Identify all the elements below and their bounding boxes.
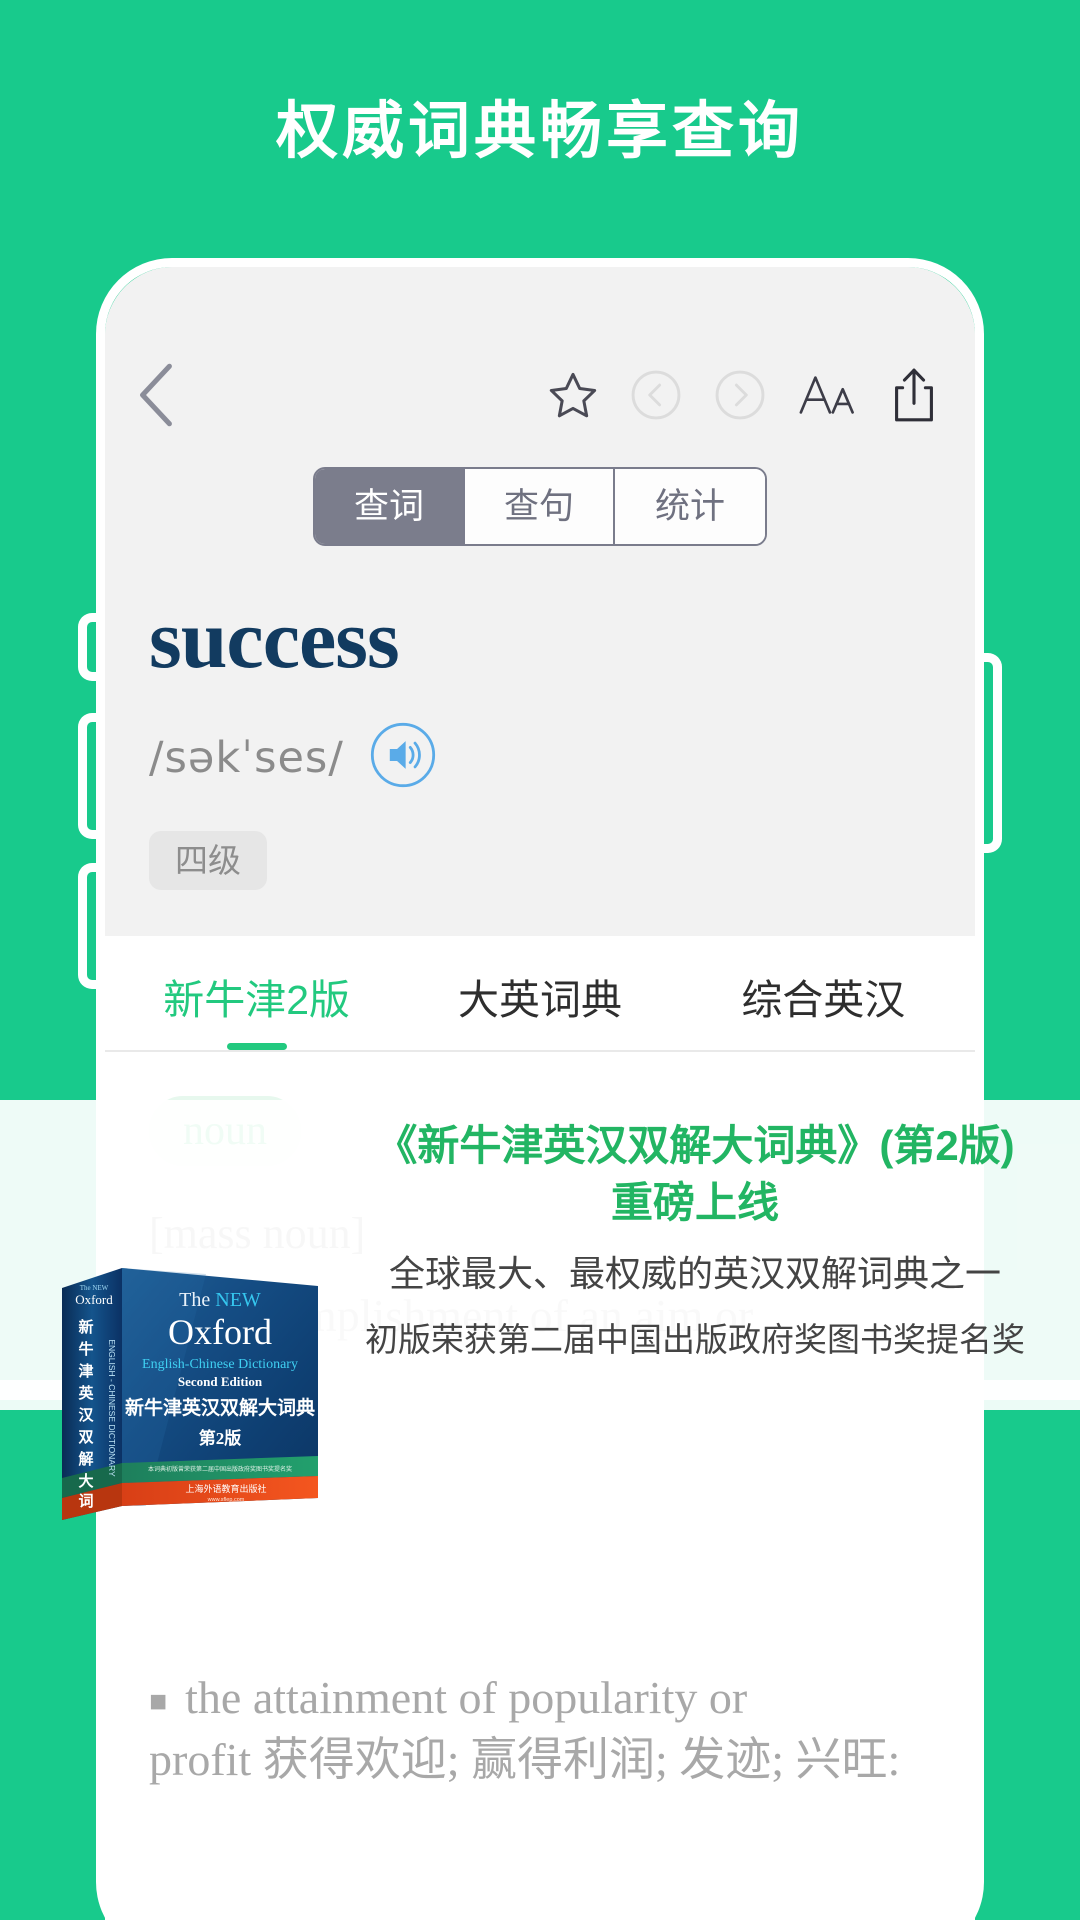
promo-title-line-2: 重磅上线 [610,1178,779,1226]
svg-text:双: 双 [78,1429,93,1446]
page-title: 权威词典畅享查询 [275,97,804,166]
svg-text:牛: 牛 [78,1340,93,1358]
promo-text-block: 《新牛津英汉双解大词典》(第2版) 重磅上线 全球最大、最权威的英汉双解词典之一… [345,1118,1045,1361]
square-bullet-icon: ■ [149,1685,168,1719]
back-chevron-icon[interactable] [133,362,179,428]
svg-text:新: 新 [78,1318,93,1336]
svg-text:解: 解 [78,1450,93,1468]
book-publisher-label: 上海外语教育出版社 [185,1483,266,1494]
phone-screen: 查词 查句 统计 success /səkˈses/ 四级 新牛津2版 大英词典… [105,267,975,1920]
promo-title-line-1: 《新牛津英汉双解大词典》(第2版) [375,1122,1015,1169]
star-icon[interactable] [547,369,599,421]
segmented-control: 查词 查句 统计 [313,467,767,546]
svg-text:The NEW: The NEW [179,1289,261,1311]
phone-volume-up-button [78,713,105,839]
book-edition-en-label: Second Edition [178,1374,263,1389]
book-oxford-label: Oxford [168,1312,272,1352]
speaker-icon[interactable] [344,722,436,793]
svg-text:大: 大 [78,1472,93,1490]
book-spine-cn-label: 新牛津 英汉双 解大词 [78,1318,94,1510]
dict-tab-xinniujin[interactable]: 新牛津2版 [115,936,398,1050]
segment-tab-chaju[interactable]: 查句 [465,469,615,544]
dictionary-tabs: 新牛津2版 大英词典 综合英汉 [105,936,975,1053]
prev-circle-icon[interactable] [629,368,683,422]
lower-senses: ■ the attainment of popularity or profit … [105,1667,975,1791]
dict-tab-zonghe[interactable]: 综合英汉 [682,936,965,1050]
screen-top-section: 查词 查句 统计 success /səkˈses/ 四级 [105,267,975,937]
book-new-label: NEW [215,1289,261,1311]
book-footer-cn-label: 本词典初版曾荣获第二届中国出版政府奖图书奖提名奖 [148,1465,292,1473]
promo-subtitle-1: 全球最大、最权威的英汉双解词典之一 [388,1253,1001,1295]
svg-text:词: 词 [78,1493,93,1510]
promo-subtitle-2: 初版荣获第二届中国出版政府奖图书奖提名奖 [365,1321,1025,1359]
level-tag: 四级 [149,831,267,891]
book-spine-the-new-label: The NEW [80,1284,109,1292]
segment-tab-chaci[interactable]: 查词 [315,469,465,544]
svg-text:汉: 汉 [78,1406,94,1424]
headword: success [149,593,400,686]
book-spine-en-label: ENGLISH - CHINESE DICTIONARY [107,1339,117,1477]
toolbar [105,347,975,443]
phone-power-button [975,653,1002,853]
book-subtitle-label: English-Chinese Dictionary [142,1357,298,1372]
segmented-control-wrap: 查词 查句 统计 [105,443,975,580]
book-spine-oxford-label: Oxford [75,1292,113,1307]
book-cover-image: The NEW Oxford English-Chinese Dictionar… [56,1258,322,1528]
sense-2-text-en: the attainment of popularity or [185,1672,748,1723]
book-publisher-url-label: www.sflep.com [207,1497,245,1503]
svg-text:英: 英 [78,1384,94,1402]
next-circle-icon[interactable] [713,368,767,422]
book-title-cn-label: 新牛津英汉双解大词典 [125,1396,315,1419]
pronunciation-row: /səkˈses/ [149,722,931,793]
dict-tab-dayingcidian[interactable]: 大英词典 [398,936,681,1050]
phonetic-text: /səkˈses/ [149,732,344,783]
phone-mute-button [78,613,105,681]
share-icon[interactable] [889,366,939,424]
entry-header: success /səkˈses/ 四级 [105,580,975,936]
phone-volume-down-button [78,863,105,989]
tag-list: 四级 [149,831,931,936]
segment-tab-tongji[interactable]: 统计 [615,469,765,544]
svg-text:津: 津 [78,1362,93,1380]
sense-2-line-2: profit 获得欢迎; 赢得利润; 发迹; 兴旺: [149,1734,901,1786]
font-size-aa-icon[interactable] [797,368,859,422]
sense-2-line-1: ■ the attainment of popularity or [149,1667,931,1729]
book-edition-cn-label: 第2版 [199,1428,242,1448]
book-the-label: The [179,1289,215,1311]
